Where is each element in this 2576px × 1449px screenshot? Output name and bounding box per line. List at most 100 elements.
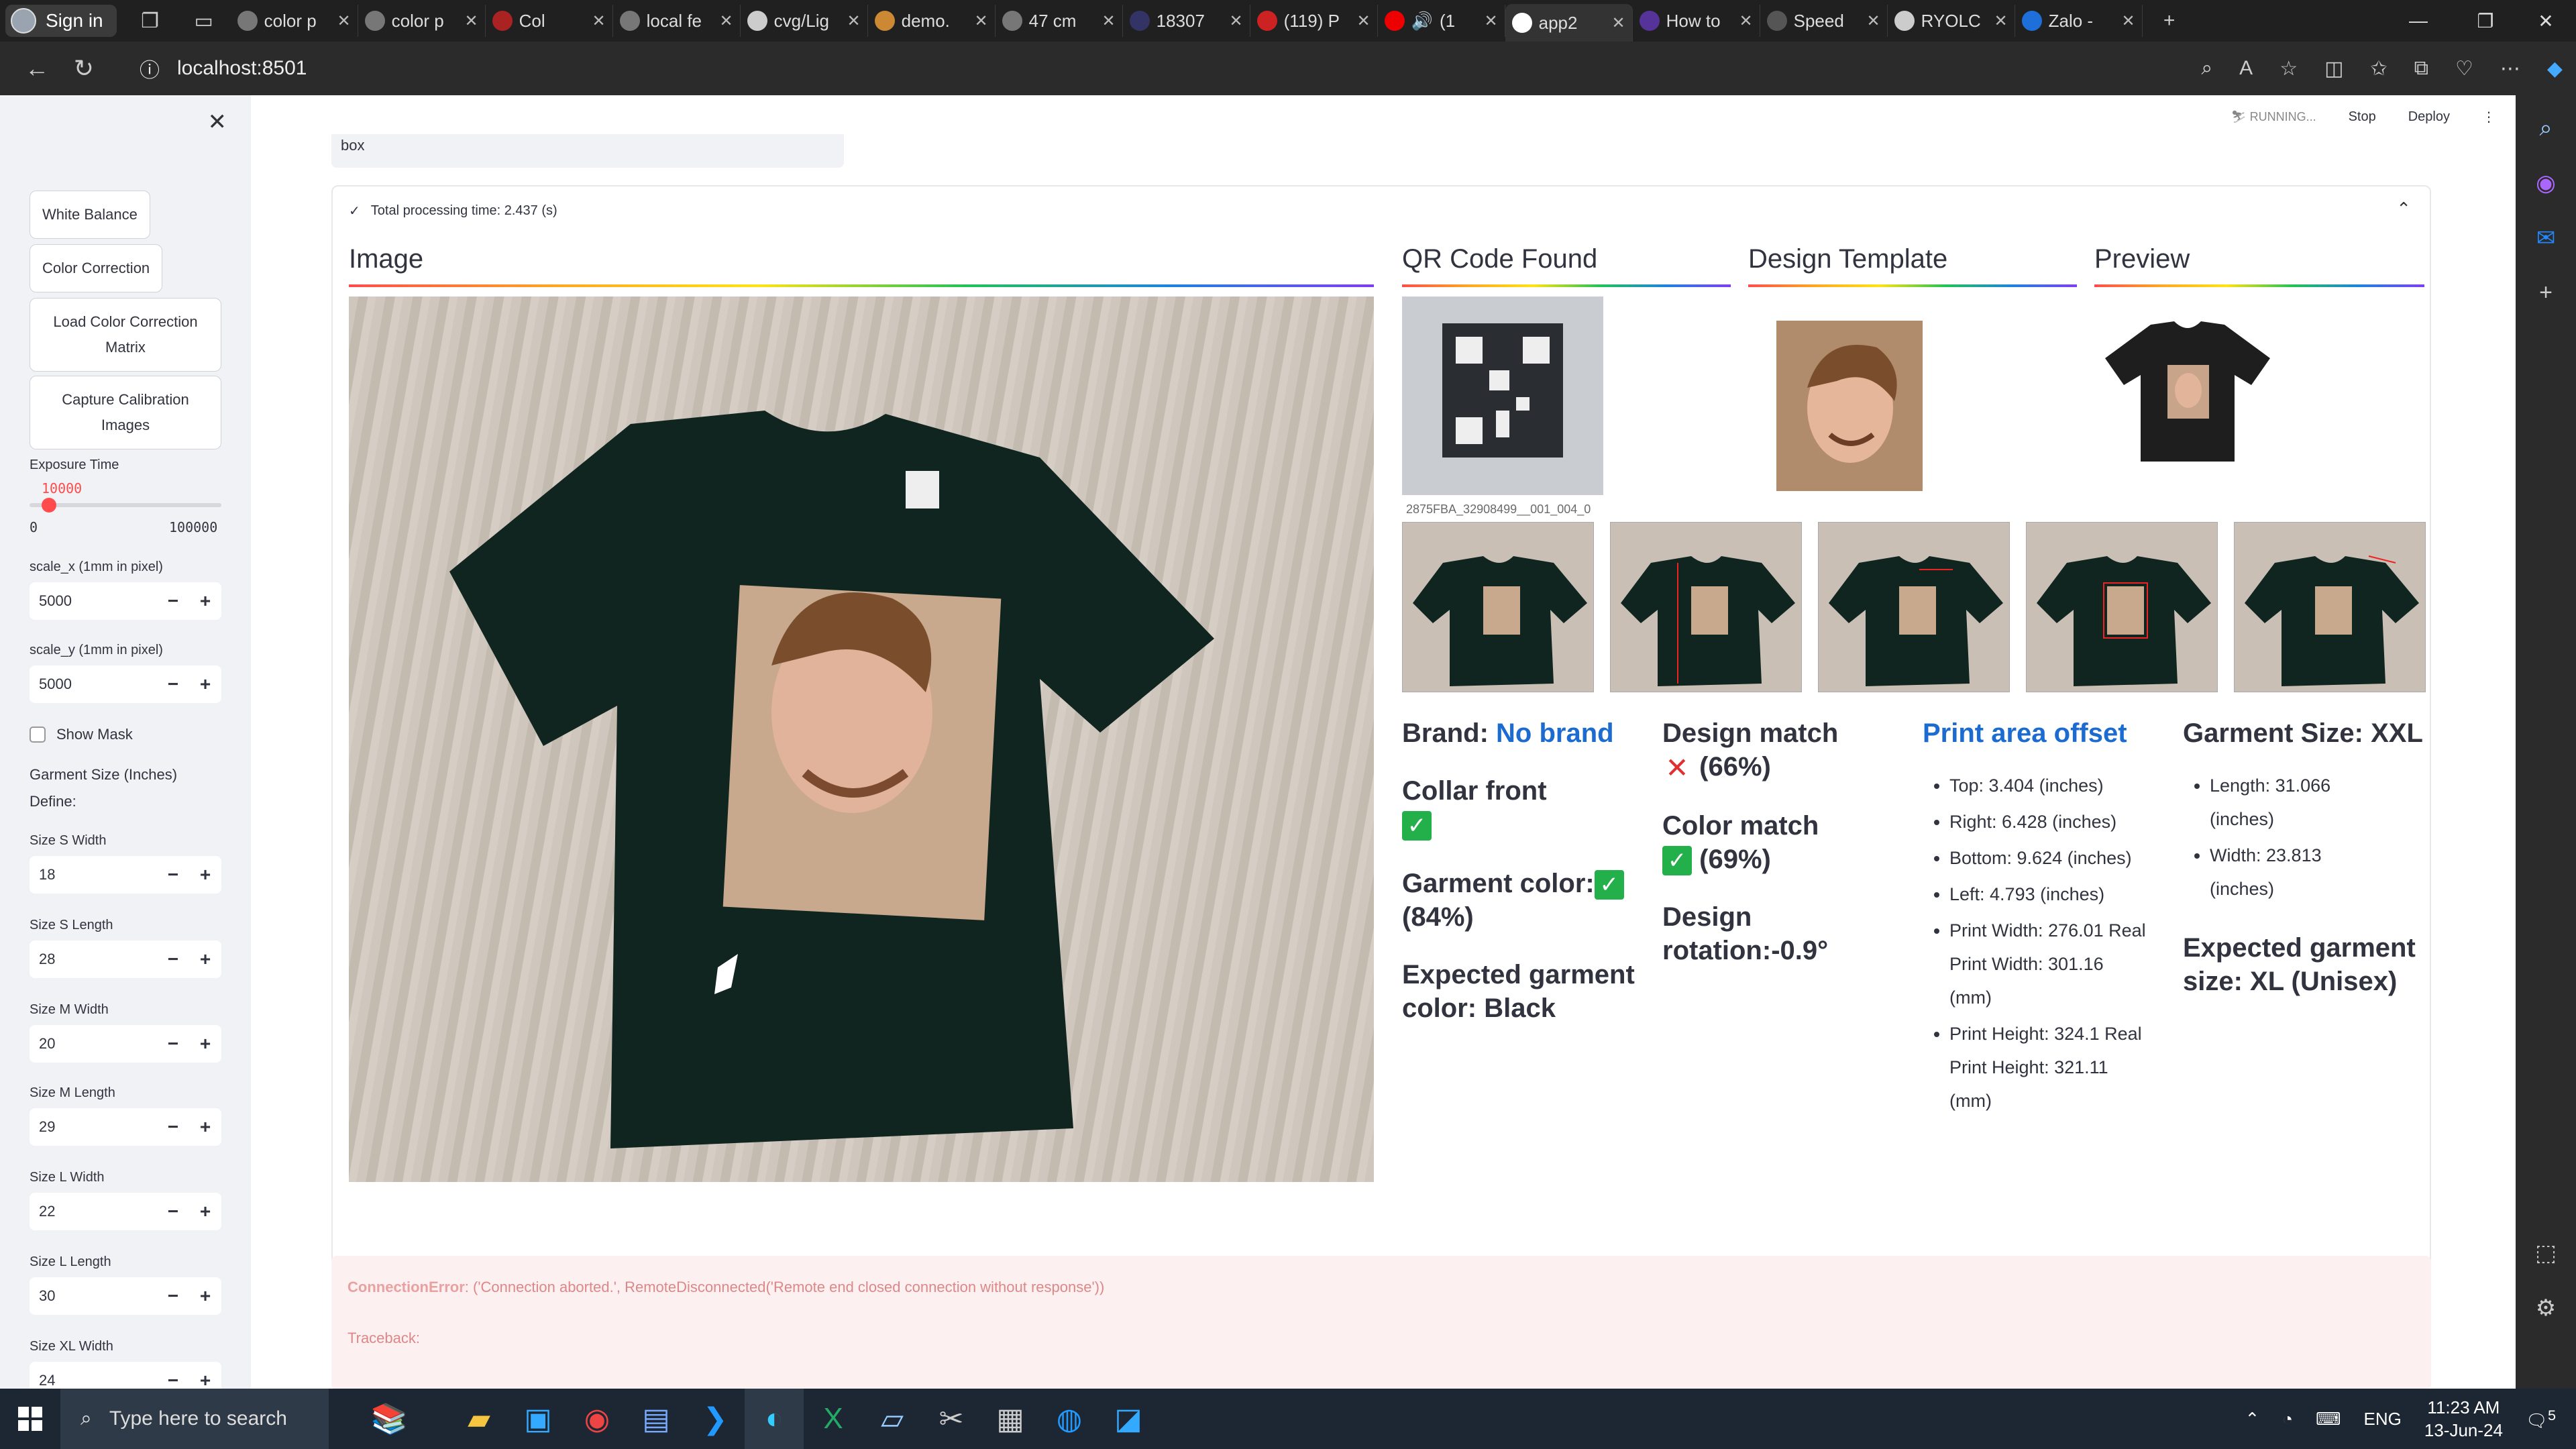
zoom-icon[interactable]: ⌕ (2201, 57, 2212, 80)
decrement-button[interactable]: − (157, 1201, 189, 1222)
close-icon[interactable]: ✕ (1994, 11, 2008, 31)
checkbox-box[interactable] (30, 727, 46, 743)
language-indicator[interactable]: ENG (2364, 1409, 2402, 1430)
clock[interactable]: 11:23 AM 13-Jun-24 (2424, 1396, 2503, 1442)
main-menu-icon[interactable]: ⋮ (2482, 109, 2496, 125)
search-icon[interactable]: ⌕ (2539, 115, 2552, 142)
size-value[interactable]: 22 (30, 1203, 157, 1220)
increment-button[interactable]: + (189, 1116, 221, 1138)
increment-button[interactable]: + (189, 1201, 221, 1222)
workspaces-icon[interactable]: ❐ (136, 6, 165, 36)
chevron-up-icon[interactable]: ⌃ (2245, 1409, 2259, 1430)
decrement-button[interactable]: − (157, 674, 189, 695)
close-icon[interactable]: ✕ (592, 11, 606, 31)
box-input[interactable]: box (331, 134, 844, 168)
browser-tab-active[interactable]: app2 ✕ (1505, 4, 1633, 42)
deploy-button[interactable]: Deploy (2408, 109, 2450, 125)
scale-y-input[interactable]: 5000− + (30, 665, 221, 703)
app-icon[interactable]: ▤ (627, 1389, 686, 1449)
size-input[interactable]: 22− + (30, 1193, 221, 1230)
increment-button[interactable]: + (189, 590, 221, 612)
search-highlight-icon[interactable]: 📚 (329, 1389, 449, 1449)
size-input[interactable]: 20− + (30, 1025, 221, 1063)
increment-button[interactable]: + (189, 864, 221, 885)
browser-tab[interactable]: 🔊 (1 ✕ (1378, 5, 1505, 37)
screenshot-icon[interactable]: ⬚ (2535, 1240, 2557, 1267)
stop-button[interactable]: Stop (2349, 109, 2376, 125)
browser-tab[interactable]: RYOLC ✕ (1888, 5, 2015, 37)
browser-tab[interactable]: 47 cm ✕ (996, 5, 1123, 37)
file-explorer-icon[interactable]: ▰ (449, 1389, 508, 1449)
size-value[interactable]: 24 (30, 1372, 157, 1389)
decrement-button[interactable]: − (157, 949, 189, 970)
decrement-button[interactable]: − (157, 1285, 189, 1307)
scale-x-input[interactable]: 5000− + (30, 582, 221, 620)
split-screen-icon[interactable]: ◫ (2324, 57, 2343, 80)
reload-icon[interactable]: ↻ (60, 54, 107, 83)
chrome-icon[interactable]: ◉ (568, 1389, 627, 1449)
load-matrix-button[interactable]: Load Color Correction Matrix (30, 298, 221, 372)
close-icon[interactable]: ✕ (1739, 11, 1753, 31)
minimize-icon[interactable]: — (2381, 0, 2455, 42)
copilot-icon[interactable]: ◆ (2547, 57, 2563, 80)
browser-tab[interactable]: 18307 ✕ (1123, 5, 1250, 37)
outlook-icon[interactable]: ✉ (2536, 225, 2556, 252)
show-mask-checkbox[interactable]: Show Mask (30, 726, 133, 743)
performance-icon[interactable]: ♡ (2455, 57, 2473, 80)
slider-handle[interactable] (41, 498, 56, 513)
size-input[interactable]: 30− + (30, 1277, 221, 1315)
expander-header[interactable]: ✓ Total processing time: 2.437 (s) (349, 203, 557, 219)
edge-icon[interactable]: ◐ (745, 1389, 804, 1449)
settings-gear-icon[interactable]: ⚙ (2536, 1295, 2556, 1322)
collapse-icon[interactable]: ⌃ (2396, 199, 2411, 219)
close-icon[interactable]: ✕ (720, 11, 733, 31)
collections-icon[interactable]: ⧉ (2414, 57, 2428, 80)
size-value[interactable]: 29 (30, 1118, 157, 1136)
decrement-button[interactable]: − (157, 1116, 189, 1138)
snipping-tool-icon[interactable]: ✂ (922, 1389, 981, 1449)
increment-button[interactable]: + (189, 949, 221, 970)
white-balance-button[interactable]: White Balance (30, 191, 150, 239)
close-icon[interactable]: ✕ (1867, 11, 1880, 31)
store-icon[interactable]: ▣ (508, 1389, 568, 1449)
back-icon[interactable]: ← (13, 54, 60, 83)
info-icon[interactable]: ⓘ (140, 54, 160, 83)
tab-actions-icon[interactable]: ▭ (189, 6, 219, 36)
close-icon[interactable]: ✕ (1612, 13, 1625, 33)
keyboard-icon[interactable]: ⌨ (2316, 1409, 2341, 1430)
size-input[interactable]: 28− + (30, 941, 221, 978)
menu-icon[interactable]: ⋯ (2500, 57, 2520, 80)
profile-button[interactable]: Sign in (5, 5, 117, 37)
browser-tab[interactable]: (119) P ✕ (1250, 5, 1378, 37)
browser-tab[interactable]: How to ✕ (1633, 5, 1760, 37)
notification-icon[interactable]: 🗨5 (2526, 1407, 2556, 1432)
close-icon[interactable]: ✕ (465, 11, 478, 31)
decrement-button[interactable]: − (157, 864, 189, 885)
increment-button[interactable]: + (189, 1285, 221, 1307)
browser-tab[interactable]: demo. ✕ (868, 5, 996, 37)
decrement-button[interactable]: − (157, 1370, 189, 1389)
size-input[interactable]: 18− + (30, 856, 221, 894)
browser-tab[interactable]: local fe ✕ (613, 5, 741, 37)
decrement-button[interactable]: − (157, 1033, 189, 1055)
close-icon[interactable]: ✕ (2122, 11, 2135, 31)
close-icon[interactable]: ✕ (975, 11, 988, 31)
calculator-icon[interactable]: ▦ (981, 1389, 1040, 1449)
scale-x-value[interactable]: 5000 (30, 592, 157, 610)
favorites-icon[interactable]: ✩ (2370, 57, 2387, 80)
increment-button[interactable]: + (189, 1370, 221, 1389)
close-icon[interactable]: ✕ (1102, 11, 1116, 31)
color-correction-button[interactable]: Color Correction (30, 244, 163, 292)
browser-tab[interactable]: Zalo - ✕ (2015, 5, 2143, 37)
close-icon[interactable]: ✕ (208, 109, 227, 136)
size-value[interactable]: 18 (30, 866, 157, 883)
browser-tab[interactable]: color p ✕ (231, 5, 358, 37)
app-icon[interactable]: ◪ (1099, 1389, 1158, 1449)
browser-tab[interactable]: Speed ✕ (1760, 5, 1888, 37)
address-bar[interactable]: ⓘ localhost:8501 (121, 54, 307, 83)
read-aloud-icon[interactable]: A (2239, 57, 2253, 80)
browser-tab[interactable]: cvg/Lig ✕ (741, 5, 868, 37)
close-icon[interactable]: ✕ (1485, 11, 1498, 31)
close-icon[interactable]: ✕ (1230, 11, 1243, 31)
browser-tab[interactable]: Col ✕ (486, 5, 613, 37)
